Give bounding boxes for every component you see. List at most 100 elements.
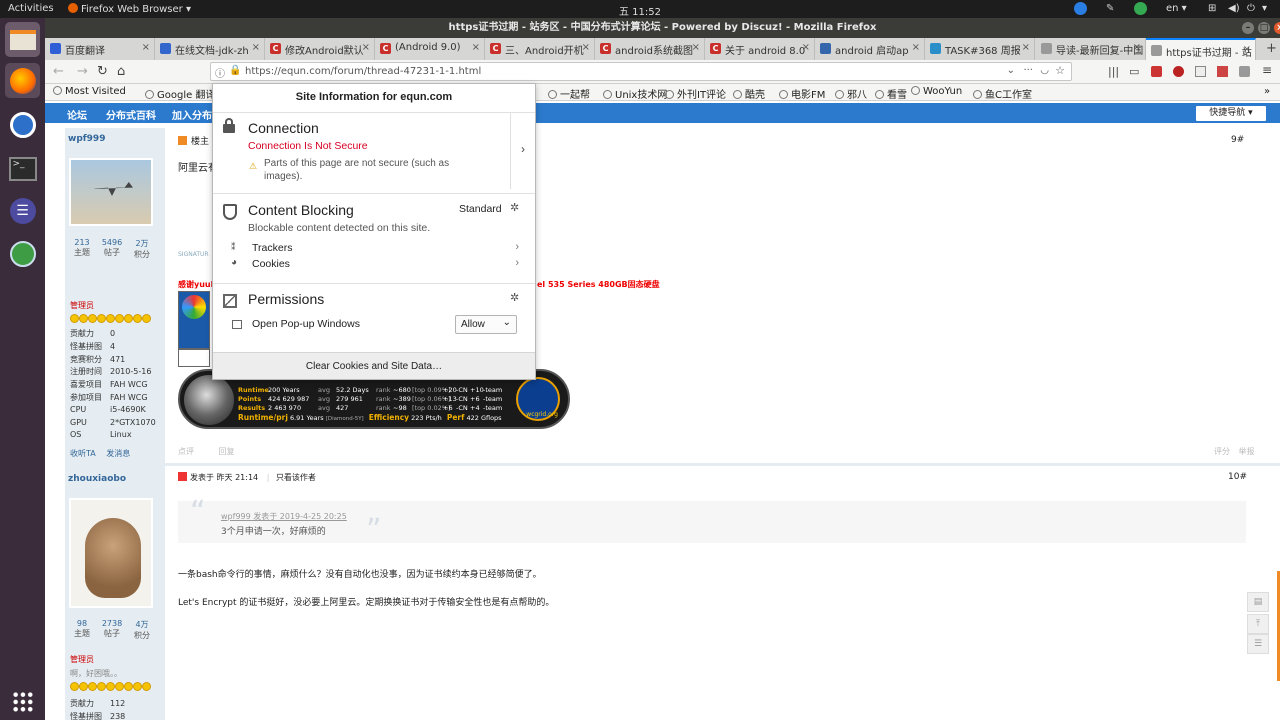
bookmark-item[interactable]: WooYun xyxy=(911,86,962,97)
android-studio-icon[interactable] xyxy=(5,236,40,271)
clear-cookies-button[interactable]: Clear Cookies and Site Data… xyxy=(213,352,535,379)
report-link[interactable]: 举报 xyxy=(1239,447,1255,456)
home-icon[interactable]: ⌂ xyxy=(117,64,125,79)
telegram-icon[interactable] xyxy=(1134,2,1147,15)
avatar[interactable] xyxy=(69,498,153,608)
tab-7[interactable]: C 关于 android 8.0 × xyxy=(705,38,815,60)
avatar[interactable] xyxy=(69,158,153,226)
nav-forum[interactable]: 论坛 xyxy=(67,107,87,122)
tab-close-icon[interactable]: × xyxy=(582,42,590,53)
bookmark-item[interactable]: 酷壳 xyxy=(733,86,765,100)
dropbox-icon[interactable]: ✎ xyxy=(1106,3,1114,14)
bookmark-item[interactable]: Most Visited xyxy=(53,86,126,97)
close-icon[interactable]: × xyxy=(1274,22,1280,34)
back-to-top-icon[interactable]: ⤒ xyxy=(1247,614,1269,634)
tab-close-icon[interactable]: × xyxy=(362,42,370,53)
url-bar[interactable]: ⓘ 🔒 https://equn.com/forum/thread-47231-… xyxy=(210,62,1072,81)
extension-icon[interactable] xyxy=(1173,66,1184,77)
bookmark-item[interactable]: 看雪 xyxy=(875,86,907,100)
url-text[interactable]: https://equn.com/forum/thread-47231-1-1.… xyxy=(245,66,481,77)
user-stat[interactable]: 5496 帖子 xyxy=(98,238,126,258)
maximize-icon[interactable]: □ xyxy=(1258,22,1270,34)
user-stat[interactable]: 2万 积分 xyxy=(128,238,156,260)
forward-icon[interactable]: → xyxy=(77,64,88,79)
bookmark-item[interactable]: 电影FM xyxy=(779,86,825,100)
list-icon[interactable]: ☰ xyxy=(1247,634,1269,654)
tab-close-icon[interactable]: × xyxy=(1133,42,1141,53)
user-stat[interactable]: 2738 帖子 xyxy=(98,619,126,639)
eclipse-icon[interactable]: ☰ xyxy=(5,193,40,228)
library-icon[interactable]: ||| xyxy=(1108,65,1119,78)
message-link[interactable]: 发消息 xyxy=(106,449,130,458)
blocking-settings-gear-icon[interactable]: ✲ xyxy=(510,201,519,214)
volume-icon[interactable]: ◀) xyxy=(1228,3,1240,14)
app-menu[interactable]: Firefox Web Browser ▾ xyxy=(68,3,191,15)
user-stat[interactable]: 98 主题 xyxy=(68,619,96,639)
reply-float-icon[interactable]: ▤ xyxy=(1247,592,1269,612)
permissions-settings-gear-icon[interactable]: ✲ xyxy=(510,291,519,304)
author-name[interactable]: wpf999 xyxy=(68,134,105,144)
extension-icon[interactable] xyxy=(1239,66,1250,77)
menu-icon[interactable]: ≡ xyxy=(1262,63,1272,77)
quick-nav-button[interactable]: 快捷导航 ▾ xyxy=(1196,106,1266,121)
comment-link[interactable]: 点评 xyxy=(178,447,194,456)
new-tab-icon[interactable]: + xyxy=(1266,41,1277,56)
user-stat[interactable]: 4万 积分 xyxy=(128,619,156,641)
cookies-row[interactable]: ◕ Cookies › xyxy=(229,257,519,272)
tab-9[interactable]: TASK#368 周报 × xyxy=(925,38,1035,60)
activities-button[interactable]: Activities xyxy=(8,3,54,14)
tab-8[interactable]: android 启动ap × xyxy=(815,38,925,60)
tab-6[interactable]: Candroid系统截图 × xyxy=(595,38,705,60)
nav-wiki[interactable]: 分布式百科 xyxy=(106,107,156,122)
teamviewer-icon[interactable] xyxy=(1074,2,1087,15)
follow-link[interactable]: 收听TA xyxy=(70,449,96,458)
language-indicator[interactable]: en ▾ xyxy=(1166,3,1187,14)
tab-5[interactable]: C 三、Android开机 × xyxy=(485,38,595,60)
extension-icon[interactable] xyxy=(1217,66,1228,77)
bookmark-item[interactable]: 一起帮 xyxy=(548,86,590,100)
extension-icon[interactable] xyxy=(1151,66,1162,77)
user-stat[interactable]: 213 主题 xyxy=(68,238,96,258)
only-author-link[interactable]: 只看该作者 xyxy=(276,473,316,482)
tab-close-icon[interactable]: × xyxy=(472,42,480,53)
tab-close-icon[interactable]: × xyxy=(802,42,810,53)
bookmark-star-icon[interactable]: ☆ xyxy=(1055,64,1065,77)
extension-icon[interactable] xyxy=(1195,66,1206,77)
back-icon[interactable]: ← xyxy=(53,64,64,79)
system-menu-arrow-icon[interactable]: ▾ xyxy=(1262,3,1267,14)
sidebar-icon[interactable]: ▭ xyxy=(1129,65,1139,78)
terminal-icon[interactable]: >_ xyxy=(5,151,40,186)
minimize-icon[interactable]: – xyxy=(1242,22,1254,34)
files-icon[interactable] xyxy=(5,22,40,57)
bookmark-item[interactable]: 外刊IT评论 xyxy=(665,86,726,100)
tab-2[interactable]: 在线文档-jdk-zh × xyxy=(155,38,265,60)
nav-join[interactable]: 加入分布 xyxy=(172,107,212,122)
reload-icon[interactable]: ↻ xyxy=(97,64,108,79)
clock[interactable]: 五 11:52 xyxy=(619,3,661,18)
tab-close-icon[interactable]: × xyxy=(912,42,920,53)
bookmarks-overflow-icon[interactable]: » xyxy=(1264,86,1270,97)
pocket-icon[interactable]: ◡ xyxy=(1040,65,1049,76)
reply-link[interactable]: 回复 xyxy=(219,447,235,456)
page-actions-icon[interactable]: ··· xyxy=(1023,65,1033,76)
show-applications-icon[interactable] xyxy=(5,684,40,719)
quote-source-link[interactable]: wpf999 发表于 2019-4-25 20:25 xyxy=(221,511,347,522)
tab-close-icon[interactable]: × xyxy=(692,42,700,53)
tab-1[interactable]: 百度翻译 × xyxy=(45,38,155,60)
tab-close-icon[interactable]: × xyxy=(142,42,150,53)
url-dropdown-icon[interactable]: ⌄ xyxy=(1007,65,1015,76)
rate-link[interactable]: 评分 xyxy=(1214,447,1230,456)
tab-close-icon[interactable]: × xyxy=(252,42,260,53)
tab-10[interactable]: 导读-最新回复-中国 × xyxy=(1036,38,1146,60)
insecure-lock-icon[interactable]: 🔒 xyxy=(229,65,241,76)
thunderbird-icon[interactable] xyxy=(5,107,40,142)
tab-4[interactable]: C (Android 9.0) × xyxy=(375,38,485,60)
trackers-row[interactable]: ⁑ Trackers › xyxy=(229,241,519,256)
network-icon[interactable]: ⊞ xyxy=(1208,3,1216,14)
firefox-dock-icon[interactable] xyxy=(5,63,40,98)
bookmark-item[interactable]: Google 翻译 xyxy=(145,86,215,100)
bookmark-item[interactable]: 鱼C工作室 xyxy=(973,86,1032,100)
tab-3[interactable]: C 修改Android默认 × xyxy=(265,38,375,60)
tab-11[interactable]: https证书过期 - 站 × xyxy=(1146,38,1256,60)
popups-select[interactable]: Allow ⌄ xyxy=(455,315,517,334)
